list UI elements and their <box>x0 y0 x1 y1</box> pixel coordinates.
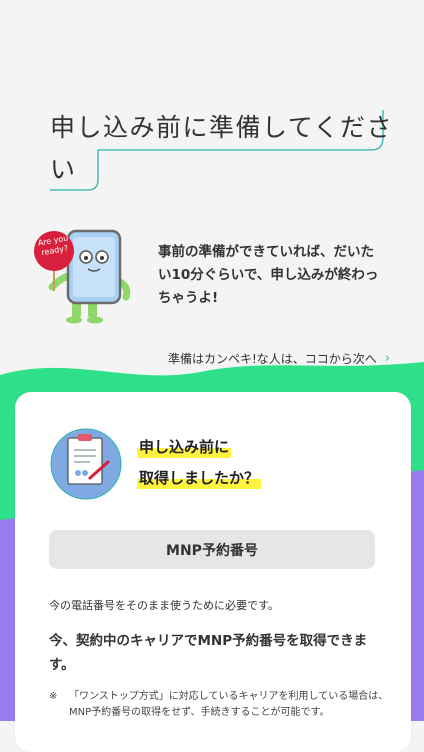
clipboard-illustration <box>50 428 122 500</box>
card-paragraph-1: 今の電話番号をそのまま使うために必要です。 <box>49 599 279 612</box>
page-title: 申し込み前に準備してくださ い <box>0 100 424 200</box>
chevron-right-icon: › <box>384 351 390 366</box>
intro-text: 事前の準備ができていれば、だいたい10分ぐらいで、申し込みが終わっちゃうよ! <box>158 244 379 306</box>
intro-section: Are you ready? 事前の準備ができていれば、だいたい10分ぐらいで、… <box>30 225 400 325</box>
card-heading: 申し込み前に 取得しましたか？ <box>137 436 262 489</box>
card-heading-line1: 申し込み前に <box>137 436 232 458</box>
card-paragraph-2: 今、契約中のキャリアでMNP予約番号を取得できます。 <box>49 633 368 673</box>
note-mark: ※ <box>49 691 58 702</box>
title-line2: い <box>50 155 76 184</box>
mnp-number-button[interactable]: MNP予約番号 <box>49 530 375 569</box>
title-line1: 申し込み前に準備してくださ <box>50 113 394 142</box>
skip-to-next-link[interactable]: 準備はカンペキ!な人は、ココから次へ › <box>168 350 390 367</box>
mnp-card: 申し込み前に 取得しましたか？ MNP予約番号 今の電話番号をそのまま使うために… <box>15 392 411 752</box>
skip-link-label: 準備はカンペキ!な人は、ココから次へ <box>167 352 377 366</box>
note-text: 「ワンストップ方式」に対応しているキャリアを利用している場合は、MNP予約番号の… <box>69 691 389 718</box>
card-heading-line2: 取得しましたか？ <box>137 467 262 489</box>
card-note: ※ 「ワンストップ方式」に対応しているキャリアを利用している場合は、MNP予約番… <box>49 689 389 721</box>
